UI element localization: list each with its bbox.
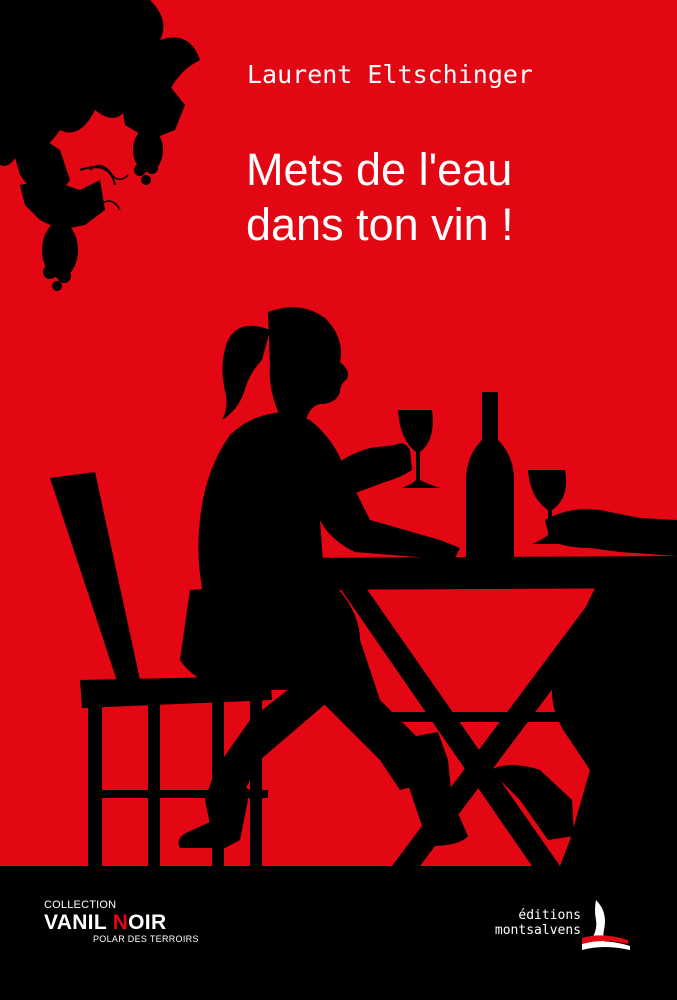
collection-name-part1: VANIL (44, 911, 113, 934)
title-line-1: Mets de l'eau (246, 144, 513, 195)
publisher-line-1: éditions (518, 908, 581, 923)
cover-illustration (0, 0, 677, 866)
collection-name-part2: OIR (128, 911, 167, 934)
grapevine-icon (0, 0, 200, 291)
collection-subtitle: POLAR DES TERROIRS (93, 934, 199, 944)
author-name: Laurent Eltschinger (247, 60, 533, 89)
publisher-logo-icon (582, 900, 630, 950)
collection-mark: COLLECTION VANIL NOIR POLAR DES TERROIRS (44, 899, 244, 945)
title-line-2: dans ton vin ! (246, 199, 514, 250)
wine-bottle-icon (466, 392, 514, 560)
publisher-name: éditions montsalvens (441, 908, 581, 938)
collection-name-accent: N (112, 911, 129, 934)
publisher-line-2: montsalvens (494, 923, 581, 938)
book-title: Mets de l'eau dans ton vin ! (246, 142, 666, 252)
book-cover: Laurent Eltschinger Mets de l'eau dans t… (0, 0, 677, 1000)
collection-name: VANIL NOIR (44, 912, 244, 934)
